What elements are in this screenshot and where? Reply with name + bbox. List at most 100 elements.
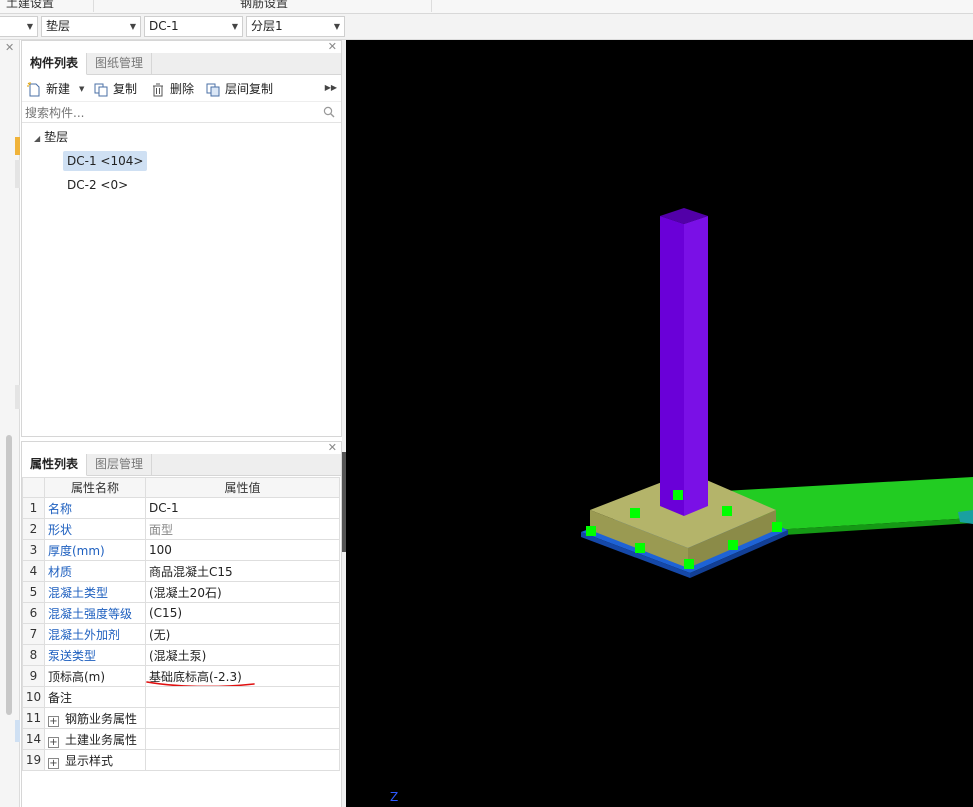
table-row[interactable]: 14 + 土建业务属性	[22, 728, 340, 750]
property-value	[145, 728, 340, 750]
component-toolbar: 新建 ▼ 复制 删除 层间复制 ▶▶	[22, 76, 341, 102]
panel-marker	[15, 385, 20, 409]
tab-layer-management[interactable]: 图层管理	[87, 454, 153, 476]
copy-button[interactable]: 复制	[93, 80, 141, 98]
property-group[interactable]: + 钢筋业务属性	[44, 707, 146, 729]
property-value[interactable]: 面型	[145, 518, 340, 540]
row-number: 5	[22, 581, 45, 603]
property-name: 混凝土外加剂	[44, 623, 146, 645]
property-value[interactable]: 100	[145, 539, 340, 561]
floor-select[interactable]: ▼	[0, 16, 38, 37]
row-number: 2	[22, 518, 45, 540]
tab-property-list[interactable]: 属性列表	[22, 454, 88, 476]
rebar-settings-tab[interactable]: 钢筋设置	[240, 0, 288, 11]
table-row[interactable]: 5 混凝土类型 (混凝土20石)	[22, 581, 340, 603]
row-number: 9	[22, 665, 45, 687]
row-number: 8	[22, 644, 45, 666]
property-group[interactable]: + 土建业务属性	[44, 728, 146, 750]
grip-point[interactable]	[673, 490, 683, 500]
property-panel-tabs: 属性列表 图层管理	[22, 454, 341, 476]
layer-select[interactable]: 分层1 ▼	[246, 16, 345, 37]
property-value[interactable]: (混凝土泵)	[145, 644, 340, 666]
column-side-right[interactable]	[684, 216, 708, 516]
table-row[interactable]: 11 + 钢筋业务属性	[22, 707, 340, 729]
column-side-left[interactable]	[660, 216, 684, 516]
grip-point[interactable]	[635, 543, 645, 553]
scrollbar[interactable]	[6, 435, 12, 715]
table-row[interactable]: 1 名称 DC-1	[22, 497, 340, 519]
grip-point[interactable]	[586, 526, 596, 536]
tree-item-dc-1[interactable]: DC-1 <104>	[63, 151, 148, 171]
property-value[interactable]: DC-1	[145, 497, 340, 519]
beam-end	[958, 510, 973, 524]
caret-down-icon[interactable]: ◢	[34, 134, 40, 143]
3d-viewport[interactable]: Z	[346, 40, 973, 807]
expand-plus-icon[interactable]: +	[48, 736, 59, 748]
property-value[interactable]: (混凝土20石)	[145, 581, 340, 603]
search-icon[interactable]	[323, 106, 335, 118]
grip-point[interactable]	[684, 559, 694, 569]
grip-point[interactable]	[772, 522, 782, 532]
close-icon[interactable]: ✕	[5, 41, 14, 54]
property-group[interactable]: + 显示样式	[44, 749, 146, 771]
table-row[interactable]: 6 混凝土强度等级 (C15)	[22, 602, 340, 624]
row-number: 14	[22, 728, 45, 750]
header-property-name: 属性名称	[44, 477, 146, 498]
property-name: 厚度(mm)	[44, 539, 146, 561]
search-input[interactable]	[25, 104, 315, 121]
property-value[interactable]: 商品混凝土C15	[145, 560, 340, 582]
civil-settings-tab[interactable]: 土建设置	[6, 0, 54, 11]
property-group-label: 钢筋业务属性	[65, 711, 138, 726]
property-value[interactable]: (无)	[145, 623, 340, 645]
table-row[interactable]: 10 备注	[22, 686, 340, 708]
table-row[interactable]: 3 厚度(mm) 100	[22, 539, 340, 561]
property-value[interactable]: (C15)	[145, 602, 340, 624]
grip-point[interactable]	[630, 508, 640, 518]
component-panel-tabs: 构件列表 图纸管理	[22, 53, 341, 75]
chevron-down-icon[interactable]: ▼	[79, 85, 84, 93]
property-name: 顶标高(m)	[44, 665, 146, 687]
tree-group[interactable]: ◢ 垫层	[34, 127, 68, 147]
property-group-label: 显示样式	[65, 753, 114, 768]
table-row[interactable]: 8 泵送类型 (混凝土泵)	[22, 644, 340, 666]
3d-model-render[interactable]	[346, 40, 973, 807]
close-icon[interactable]: ✕	[328, 41, 337, 53]
table-row[interactable]: 19 + 显示样式	[22, 749, 340, 771]
layer-value: 分层1	[251, 19, 283, 33]
row-number: 11	[22, 707, 45, 729]
table-row[interactable]: 4 材质 商品混凝土C15	[22, 560, 340, 582]
table-row[interactable]: 9 顶标高(m) 基础底标高(-2.3)	[22, 665, 340, 687]
property-value-top-elevation[interactable]: 基础底标高(-2.3)	[145, 665, 340, 687]
expand-plus-icon[interactable]: +	[48, 715, 59, 727]
new-button[interactable]: 新建	[26, 80, 78, 98]
property-table: 属性名称 属性值 1 名称 DC-1 2 形状 面型 3 厚度(mm) 100 …	[22, 477, 340, 771]
component-type-select[interactable]: 垫层 ▼	[41, 16, 141, 37]
delete-button[interactable]: 删除	[150, 80, 198, 98]
close-icon[interactable]: ✕	[328, 442, 337, 454]
property-value[interactable]	[145, 686, 340, 708]
grip-point[interactable]	[728, 540, 738, 550]
chevron-down-icon: ▼	[231, 22, 238, 31]
tab-drawing-management[interactable]: 图纸管理	[87, 53, 153, 75]
expand-plus-icon[interactable]: +	[48, 757, 59, 769]
row-number: 3	[22, 539, 45, 561]
tree-item-dc-2[interactable]: DC-2 <0>	[67, 175, 128, 195]
grip-point[interactable]	[722, 506, 732, 516]
left-collapsed-panel: ✕	[0, 40, 20, 807]
component-select[interactable]: DC-1 ▼	[144, 16, 243, 37]
table-row[interactable]: 7 混凝土外加剂 (无)	[22, 623, 340, 645]
property-value	[145, 749, 340, 771]
row-number: 10	[22, 686, 45, 708]
tab-component-list[interactable]: 构件列表	[22, 53, 88, 75]
component-search	[22, 103, 341, 123]
axis-z-label: Z	[390, 790, 399, 804]
row-number: 7	[22, 623, 45, 645]
table-header-row: 属性名称 属性值	[22, 477, 340, 498]
property-group-label: 土建业务属性	[65, 732, 138, 747]
more-icon[interactable]: ▶▶	[325, 83, 337, 92]
panel-marker	[15, 160, 20, 188]
floor-copy-button[interactable]: 层间复制	[205, 80, 279, 98]
table-row[interactable]: 2 形状 面型	[22, 518, 340, 540]
chevron-down-icon: ▼	[333, 22, 340, 31]
strip-divider	[431, 0, 432, 12]
